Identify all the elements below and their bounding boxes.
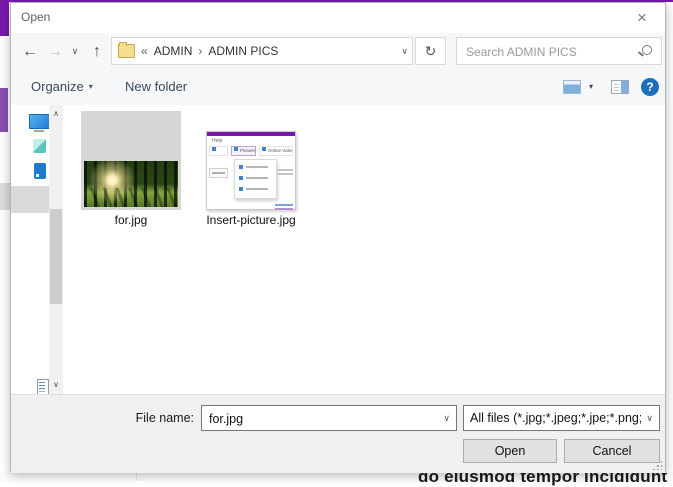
search-icon[interactable] [642, 45, 652, 55]
thumbnail-titlebar [207, 132, 295, 136]
dialog-title: Open [21, 10, 51, 24]
navigation-bar: ← → ∨ ↑ « ADMIN › ADMIN PICS ∨ ↻ [11, 33, 665, 70]
breadcrumb-item-admin[interactable]: ADMIN [154, 44, 193, 58]
file-browser-area: ∧ ∨ for.jpg Help Pictures Online Video I… [11, 105, 665, 395]
mini-picture-icon [234, 147, 238, 151]
breadcrumb-separator-icon: › [198, 44, 203, 58]
cancel-button[interactable]: Cancel [564, 439, 660, 463]
file-name-combo[interactable]: ∨ [201, 405, 457, 431]
file-name-label[interactable]: Insert-picture.jpg [196, 213, 306, 227]
views-dropdown-icon[interactable]: ▾ [589, 70, 593, 104]
up-button[interactable]: ↑ [85, 33, 109, 70]
this-pc-icon[interactable] [29, 114, 51, 132]
organize-dropdown-icon: ▾ [88, 82, 93, 91]
thumbnail-online-video-button: Online Video [259, 146, 293, 156]
3d-objects-icon[interactable] [33, 139, 46, 153]
file-name-label[interactable]: for.jpg [81, 213, 181, 227]
thumbnail-dropdown-menu [234, 159, 277, 199]
background-purple-fragment [0, 88, 8, 132]
menu-item [239, 187, 272, 191]
thumbnail-pictures-button: Pictures [231, 146, 256, 156]
organize-label: Organize [31, 79, 84, 94]
breadcrumb-overflow-icon[interactable]: « [141, 44, 148, 58]
scrollbar-thumb[interactable] [50, 209, 62, 304]
open-dialog: Open × ← → ∨ ↑ « ADMIN › ADMIN PICS ∨ ↻ [10, 2, 666, 473]
screen: do eiusmod tempor incididunt Open × ← → … [0, 0, 673, 486]
forest-thumbnail-image [84, 161, 178, 207]
new-folder-button[interactable]: New folder [125, 70, 187, 104]
file-name-dropdown-icon[interactable]: ∨ [443, 406, 450, 430]
help-icon[interactable]: ? [641, 78, 659, 96]
folder-icon [118, 42, 135, 58]
history-dropdown-icon[interactable]: ∨ [67, 33, 83, 70]
search-input[interactable] [464, 39, 633, 65]
thumbnail-link-lines [275, 204, 293, 206]
navigation-pane: ∧ ∨ [11, 105, 63, 395]
open-button[interactable]: Open [463, 439, 557, 463]
close-icon[interactable]: × [627, 5, 657, 31]
back-button[interactable]: ← [17, 33, 43, 70]
breadcrumb-item-admin-pics[interactable]: ADMIN PICS [208, 44, 278, 58]
refresh-button[interactable]: ↻ [415, 37, 446, 65]
desktop-icon[interactable] [34, 163, 46, 179]
organize-button[interactable]: Organize ▾ [31, 70, 93, 104]
background-table-line [136, 472, 137, 481]
mini-video-icon [262, 147, 266, 151]
dialog-footer: File name: ∨ All files (*.jpg;*.jpeg;*.j… [11, 394, 665, 473]
thumbnail-help-tab: Help [212, 138, 223, 144]
documents-icon[interactable] [37, 379, 49, 395]
address-bar[interactable]: « ADMIN › ADMIN PICS ∨ [111, 37, 413, 65]
views-icon[interactable] [563, 80, 581, 94]
mini-icon [212, 147, 216, 151]
forward-button: → [47, 43, 63, 60]
scroll-down-icon[interactable]: ∨ [49, 378, 63, 392]
title-bar[interactable]: Open × [11, 3, 665, 34]
file-name-field-label: File name: [135, 411, 194, 425]
background-selection-fragment [0, 183, 10, 210]
sidebar-scrollbar[interactable]: ∧ ∨ [49, 105, 63, 394]
breadcrumb: « ADMIN › ADMIN PICS [118, 38, 390, 64]
file-type-combo[interactable]: All files (*.jpg;*.jpeg;*.jpe;*.png; ∨ [463, 405, 660, 431]
preview-pane-icon[interactable] [611, 80, 629, 94]
refresh-icon: ↻ [424, 43, 437, 59]
sidebar-selected-item[interactable] [11, 186, 49, 213]
command-bar: Organize ▾ New folder ▾ ? [11, 70, 665, 106]
thumbnail-button [209, 146, 228, 156]
file-tile-insert-picture-jpg[interactable]: Help Pictures Online Video [206, 131, 296, 210]
background-titlebar-fragment [0, 0, 9, 36]
menu-item [239, 165, 272, 169]
file-name-input[interactable] [207, 407, 431, 431]
menu-item [239, 176, 272, 180]
file-type-value: All files (*.jpg;*.jpeg;*.jpe;*.png; [470, 411, 641, 425]
file-type-dropdown-icon[interactable]: ∨ [646, 406, 653, 430]
file-tile-for-jpg[interactable] [81, 111, 181, 210]
thumbnail-left-button [209, 168, 228, 178]
thumbnail-text-lines [277, 169, 293, 171]
address-dropdown-icon[interactable]: ∨ [401, 38, 408, 64]
search-box[interactable] [456, 37, 662, 65]
scroll-up-icon[interactable]: ∧ [49, 107, 63, 121]
